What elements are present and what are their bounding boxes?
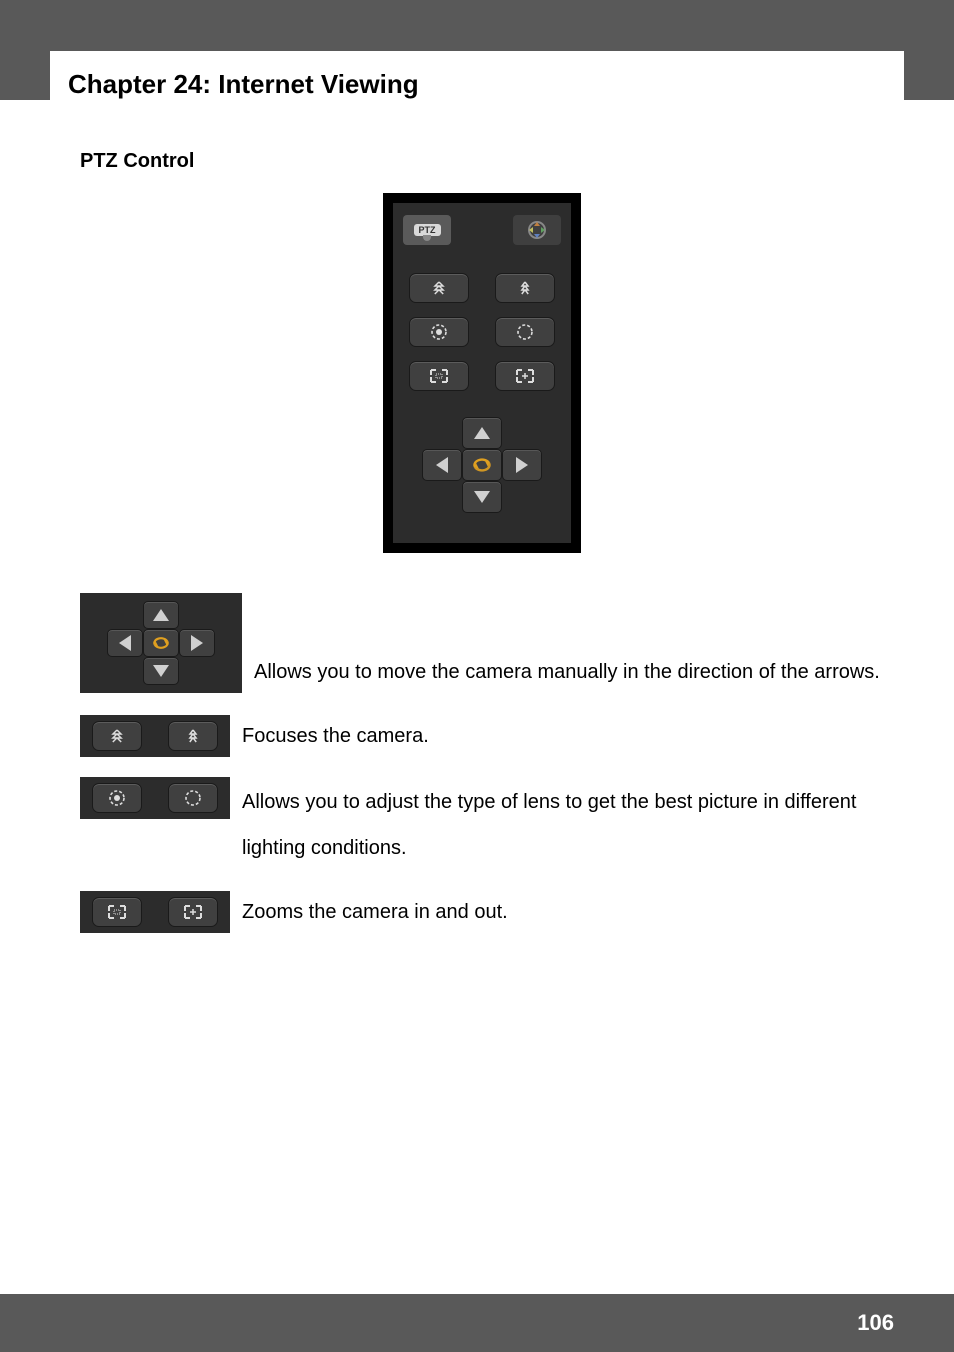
focus-far-icon: [105, 728, 129, 744]
arrow-left-icon: [436, 457, 448, 473]
ptz-button-grid: [403, 273, 561, 391]
chapter-title: Chapter 24: Internet Viewing: [68, 69, 884, 100]
zoom-out-button[interactable]: [409, 361, 469, 391]
color-wheel-icon: [526, 219, 548, 241]
zoom-out-icon: [106, 903, 128, 921]
content-area: PTZ Control PTZ: [0, 100, 954, 935]
ptz-panel-figure: PTZ: [80, 193, 884, 553]
ptz-tabs: PTZ: [403, 215, 561, 245]
ptz-tab-label: PTZ: [414, 224, 441, 236]
zoom-description: Zooms the camera in and out.: [242, 889, 508, 935]
ptz-panel: PTZ: [383, 193, 581, 553]
auto-pan-button-thumb: [143, 629, 179, 657]
footer-band: 106: [0, 1294, 954, 1352]
page: Chapter 24: Internet Viewing PTZ Control…: [0, 0, 954, 1352]
pan-up-button-thumb: [143, 601, 179, 629]
page-number: 106: [857, 1310, 894, 1336]
iris-thumbnail: [80, 777, 230, 819]
iris-close-button[interactable]: [495, 317, 555, 347]
focus-thumbnail: [80, 715, 230, 757]
zoom-in-button-thumb: [168, 897, 218, 927]
pan-left-button[interactable]: [422, 449, 462, 481]
zoom-out-button-thumb: [92, 897, 142, 927]
focus-description: Focuses the camera.: [242, 713, 429, 759]
focus-near-icon: [181, 728, 205, 744]
dpad-thumbnail: [80, 593, 242, 693]
zoom-description-row: Zooms the camera in and out.: [80, 889, 884, 935]
iris-description: Allows you to adjust the type of lens to…: [242, 777, 884, 871]
color-settings-tab[interactable]: [513, 215, 561, 245]
focus-near-button[interactable]: [495, 273, 555, 303]
pan-left-button-thumb: [107, 629, 143, 657]
pan-right-button[interactable]: [502, 449, 542, 481]
pan-down-button[interactable]: [462, 481, 502, 513]
focus-far-icon: [427, 280, 451, 296]
iris-description-row: Allows you to adjust the type of lens to…: [80, 777, 884, 871]
zoom-thumbnail: [80, 891, 230, 933]
ptz-panel-inner: PTZ: [393, 203, 571, 543]
chapter-header-band: Chapter 24: Internet Viewing: [0, 0, 954, 100]
zoom-out-icon: [428, 367, 450, 385]
focus-description-row: Focuses the camera.: [80, 713, 884, 759]
section-title: PTZ Control: [80, 150, 884, 173]
arrow-right-icon: [191, 635, 203, 651]
arrow-left-icon: [119, 635, 131, 651]
pan-down-button-thumb: [143, 657, 179, 685]
direction-pad-thumb: [107, 601, 215, 685]
arrow-up-icon: [153, 609, 169, 621]
zoom-in-icon: [514, 367, 536, 385]
arrow-right-icon: [516, 457, 528, 473]
focus-near-button-thumb: [168, 721, 218, 751]
iris-open-button-thumb: [92, 783, 142, 813]
pan-right-button-thumb: [179, 629, 215, 657]
iris-close-icon: [515, 322, 535, 342]
iris-open-button[interactable]: [409, 317, 469, 347]
auto-pan-icon: [471, 456, 493, 474]
arrow-down-icon: [474, 491, 490, 503]
arrow-down-icon: [153, 665, 169, 677]
focus-far-button-thumb: [92, 721, 142, 751]
pan-up-button[interactable]: [462, 417, 502, 449]
ptz-tab[interactable]: PTZ: [403, 215, 451, 245]
focus-far-button[interactable]: [409, 273, 469, 303]
auto-pan-button[interactable]: [462, 449, 502, 481]
direction-pad: [403, 417, 561, 513]
iris-close-button-thumb: [168, 783, 218, 813]
dpad-description: Allows you to move the camera manually i…: [254, 593, 880, 695]
iris-open-icon: [429, 322, 449, 342]
dpad-description-row: Allows you to move the camera manually i…: [80, 593, 884, 695]
zoom-in-button[interactable]: [495, 361, 555, 391]
iris-open-icon: [107, 788, 127, 808]
chapter-title-container: Chapter 24: Internet Viewing: [50, 51, 904, 118]
auto-pan-icon: [151, 635, 171, 651]
iris-close-icon: [183, 788, 203, 808]
zoom-in-icon: [182, 903, 204, 921]
arrow-up-icon: [474, 427, 490, 439]
focus-near-icon: [513, 280, 537, 296]
